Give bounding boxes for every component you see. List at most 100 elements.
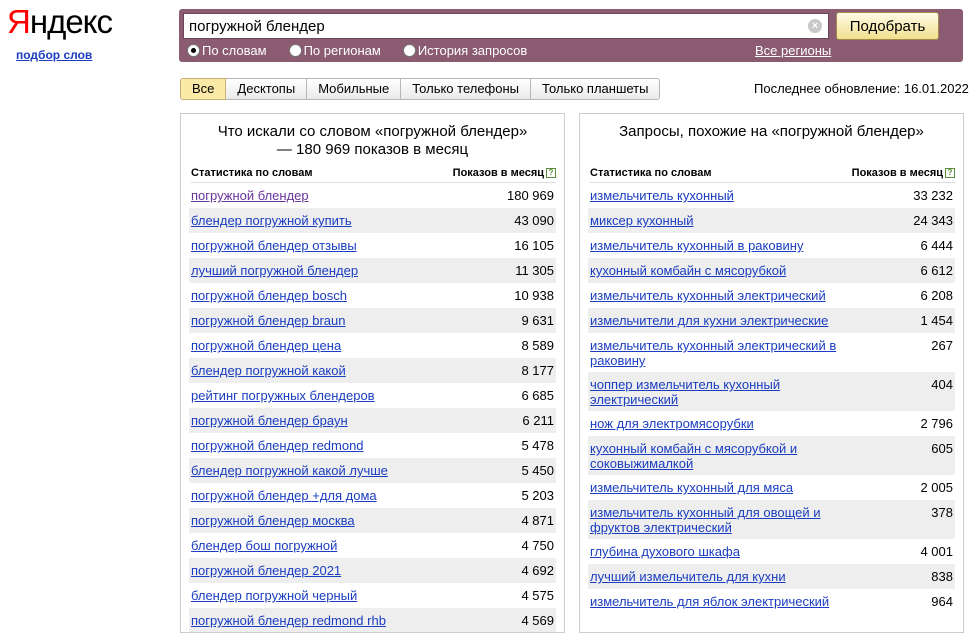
query-link[interactable]: кухонный комбайн с мясорубкой и соковыжи… — [590, 441, 855, 471]
table-row: кухонный комбайн с мясорубкой 6 612 — [588, 258, 955, 283]
query-link[interactable]: глубина духового шкафа — [590, 544, 740, 559]
search-input[interactable] — [184, 14, 804, 38]
table-row: глубина духового шкафа 4 001 — [588, 539, 955, 564]
table-row: блендер бош погружной 4 750 — [189, 533, 556, 558]
table-row: блендер погружной купить 43 090 — [189, 208, 556, 233]
col-count-label: Показов в месяц — [452, 167, 544, 179]
query-link[interactable]: погружной блендер redmond rhb — [191, 613, 386, 628]
impressions-count: 6 444 — [920, 238, 953, 253]
impressions-count: 1 454 — [920, 313, 953, 328]
impressions-count: 4 692 — [521, 563, 554, 578]
impressions-count: 4 575 — [521, 588, 554, 603]
device-tab[interactable]: Все — [180, 78, 227, 100]
impressions-count: 11 305 — [515, 263, 554, 278]
query-link[interactable]: погружной блендер цена — [191, 338, 341, 353]
col-words-label: Статистика по словам — [191, 167, 313, 179]
query-link[interactable]: погружной блендер redmond — [191, 438, 364, 453]
query-link[interactable]: кухонный комбайн с мясорубкой — [590, 263, 786, 278]
query-link[interactable]: чоппер измельчитель кухонный электрическ… — [590, 377, 855, 407]
search-mode-radios: По словам По регионам История запросов — [187, 42, 527, 58]
query-link[interactable]: измельчитель для яблок электрический — [590, 594, 829, 609]
similar-panel: Запросы, похожие на «погружной блендер» … — [579, 113, 964, 633]
col-words-label: Статистика по словам — [590, 167, 712, 179]
query-link[interactable]: погружной блендер отзывы — [191, 238, 357, 253]
similar-panel-header: Статистика по словам Показов в месяц? — [590, 167, 955, 183]
query-link[interactable]: блендер бош погружной — [191, 538, 337, 553]
impressions-count: 2 796 — [920, 416, 953, 431]
query-link[interactable]: измельчитель кухонный электрический в ра… — [590, 338, 855, 368]
query-link[interactable]: измельчитель кухонный электрический — [590, 288, 826, 303]
clear-icon[interactable]: × — [808, 19, 822, 33]
radio-button[interactable] — [402, 43, 416, 57]
impressions-count: 8 177 — [521, 363, 554, 378]
query-link[interactable]: погружной блендер браун — [191, 413, 348, 428]
query-link[interactable]: блендер погружной черный — [191, 588, 357, 603]
query-link[interactable]: блендер погружной какой — [191, 363, 346, 378]
radio-label: По словам — [202, 42, 267, 58]
words-panel-title: Что искали со словом «погружной блендер»… — [217, 123, 528, 158]
search-mode-radio[interactable]: По словам — [187, 42, 267, 58]
query-link[interactable]: измельчители для кухни электрические — [590, 313, 828, 328]
last-update: Последнее обновление: 16.01.2022 — [754, 81, 969, 96]
query-link[interactable]: миксер кухонный — [590, 213, 694, 228]
similar-list: измельчитель кухонный 33 232 миксер кухонн… — [588, 183, 955, 614]
impressions-count: 180 969 — [507, 188, 554, 203]
table-row: погружной блендер bosch 10 938 — [189, 283, 556, 308]
all-regions-link[interactable]: Все регионы — [755, 43, 831, 58]
search-mode-radio[interactable]: По регионам — [288, 42, 381, 58]
impressions-count: 4 001 — [920, 544, 953, 559]
device-tab[interactable]: Только телефоны — [401, 78, 532, 100]
query-link[interactable]: блендер погружной какой лучше — [191, 463, 388, 478]
table-row: измельчитель кухонный 33 232 — [588, 183, 955, 208]
table-row: погружной блендер цена 8 589 — [189, 333, 556, 358]
table-row: рейтинг погружных блендеров 6 685 — [189, 383, 556, 408]
query-link[interactable]: рейтинг погружных блендеров — [191, 388, 375, 403]
query-link[interactable]: нож для электромясорубки — [590, 416, 754, 431]
query-link[interactable]: блендер погружной купить — [191, 213, 352, 228]
similar-panel-title: Запросы, похожие на «погружной блендер» — [619, 123, 924, 140]
words-panel: Что искали со словом «погружной блендер»… — [180, 113, 565, 633]
impressions-count: 605 — [931, 441, 953, 456]
impressions-count: 4 569 — [521, 613, 554, 628]
pick-button[interactable]: Подобрать — [836, 12, 939, 40]
help-icon[interactable]: ? — [945, 168, 955, 178]
query-link[interactable]: измельчитель кухонный для мяса — [590, 480, 793, 495]
impressions-count: 6 211 — [522, 413, 554, 428]
query-link[interactable]: измельчитель кухонный в раковину — [590, 238, 803, 253]
search-mode-radio[interactable]: История запросов — [402, 42, 527, 58]
query-link[interactable]: измельчитель кухонный для овощей и фрукт… — [590, 505, 855, 535]
radio-button[interactable] — [288, 43, 302, 57]
wordstat-link[interactable]: подбор слов — [16, 48, 92, 62]
yandex-logo[interactable]: Яндекс — [7, 4, 113, 40]
device-tab[interactable]: Мобильные — [307, 78, 402, 100]
table-row: чоппер измельчитель кухонный электрическ… — [588, 372, 955, 411]
impressions-count: 2 005 — [920, 480, 953, 495]
device-tab[interactable]: Десктопы — [226, 78, 308, 100]
impressions-count: 6 612 — [920, 263, 953, 278]
query-link[interactable]: лучший погружной блендер — [191, 263, 358, 278]
table-row: измельчитель кухонный электрический в ра… — [588, 333, 955, 372]
table-row: погружной блендер отзывы 16 105 — [189, 233, 556, 258]
device-tabs: Все Десктопы Мобильные Только телефоны Тольк… — [180, 78, 661, 100]
impressions-count: 378 — [931, 505, 953, 520]
query-link[interactable]: лучший измельчитель для кухни — [590, 569, 786, 584]
table-row: погружной блендер москва 4 871 — [189, 508, 556, 533]
query-link[interactable]: погружной блендер — [191, 188, 309, 203]
radio-button[interactable] — [187, 43, 200, 57]
table-row: измельчитель кухонный в раковину 6 444 — [588, 233, 955, 258]
query-link[interactable]: погружной блендер 2021 — [191, 563, 341, 578]
query-link[interactable]: погружной блендер +для дома — [191, 488, 377, 503]
impressions-count: 16 105 — [514, 238, 554, 253]
impressions-count: 404 — [931, 377, 953, 392]
help-icon[interactable]: ? — [546, 168, 556, 178]
search-bar: × Подобрать По словам По регионам История … — [179, 9, 963, 62]
table-row: измельчители для кухни электрические 1 45… — [588, 308, 955, 333]
table-row: лучший измельчитель для кухни 838 — [588, 564, 955, 589]
table-row: кухонный комбайн с мясорубкой и соковыжи… — [588, 436, 955, 475]
query-link[interactable]: погружной блендер braun — [191, 313, 345, 328]
query-link[interactable]: погружной блендер москва — [191, 513, 355, 528]
query-link[interactable]: измельчитель кухонный — [590, 188, 734, 203]
device-tab[interactable]: Только планшеты — [531, 78, 661, 100]
table-row: измельчитель кухонный для мяса 2 005 — [588, 475, 955, 500]
query-link[interactable]: погружной блендер bosch — [191, 288, 347, 303]
